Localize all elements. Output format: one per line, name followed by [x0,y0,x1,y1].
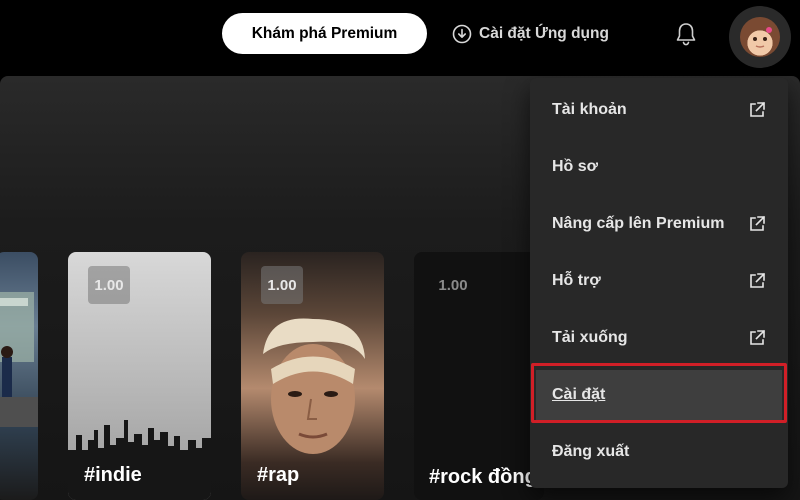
card-title: #rap [257,464,300,486]
menu-item-support[interactable]: Hỗ trợ [536,256,782,306]
install-app-label: Cài đặt Ứng dụng [479,25,609,42]
playlist-card-indie[interactable]: 1.00 #indie [68,252,211,500]
menu-item-logout[interactable]: Đăng xuất [536,427,782,477]
explore-premium-button[interactable]: Khám phá Premium [222,13,427,54]
playlist-card-rap[interactable]: 1.00 #rap [241,252,384,500]
playlist-card[interactable] [0,252,38,500]
card-artwork [0,292,38,427]
card-badge: 1.00 [261,266,303,304]
settings-highlight-box [531,363,787,423]
card-badge: 1.00 [438,276,468,294]
menu-item-account[interactable]: Tài khoản [536,85,782,135]
artist-portrait-image [263,318,365,454]
external-link-icon [750,329,766,345]
menu-item-label: Nâng cấp lên Premium [552,215,725,232]
download-circle-icon [452,24,472,44]
menu-item-label: Hồ sơ [552,158,599,175]
bell-icon[interactable] [674,21,698,47]
menu-item-label: Hỗ trợ [552,272,601,289]
card-title: #rock đồng quê [429,466,544,488]
card-badge: 1.00 [88,266,130,304]
menu-item-label: Tài khoản [552,101,627,118]
account-dropdown-menu: Tài khoản Hồ sơ Nâng cấp lên Premium Hỗ … [530,78,788,488]
avatar-face-icon [753,27,772,48]
install-app-button[interactable]: Cài đặt Ứng dụng [452,20,609,48]
card-title: #indie [84,464,142,486]
external-link-icon [750,272,766,288]
playlist-card-rock[interactable]: 1.00 #rock đồng quê [414,252,544,500]
user-avatar-button[interactable] [729,6,791,68]
menu-item-label: Tải xuống [552,329,628,346]
top-bar: Khám phá Premium Cài đặt Ứng dụng [0,0,800,76]
menu-item-label: Đăng xuất [552,443,630,460]
external-link-icon [750,101,766,117]
external-link-icon [750,215,766,231]
menu-item-profile[interactable]: Hồ sơ [536,142,782,192]
menu-item-upgrade-premium[interactable]: Nâng cấp lên Premium [536,199,782,249]
menu-item-download[interactable]: Tải xuống [536,313,782,363]
user-avatar [740,17,780,57]
